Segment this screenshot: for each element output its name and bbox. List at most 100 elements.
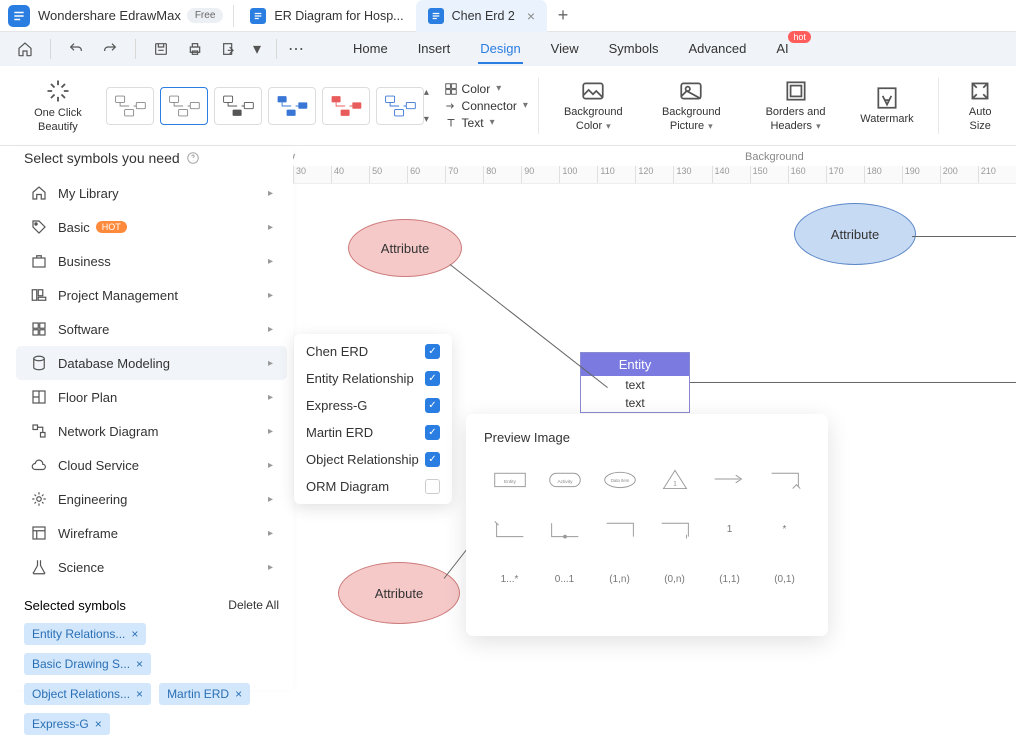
attribute-shape[interactable]: Attribute <box>794 203 916 265</box>
preview-label[interactable]: 1...* <box>484 559 535 599</box>
menu-advanced[interactable]: Advanced <box>686 35 748 64</box>
menu-view[interactable]: View <box>549 35 581 64</box>
menu-insert[interactable]: Insert <box>416 35 453 64</box>
checkbox[interactable]: ✓ <box>425 452 440 467</box>
preview-shape[interactable] <box>594 509 645 549</box>
close-icon[interactable]: × <box>136 687 143 701</box>
category-science[interactable]: Science▸ <box>16 550 287 584</box>
theme-option[interactable] <box>268 87 316 125</box>
preview-shape[interactable] <box>539 509 590 549</box>
category-software[interactable]: Software▸ <box>16 312 287 346</box>
undo-icon[interactable] <box>63 36 89 62</box>
submenu-martin-erd[interactable]: Martin ERD✓ <box>294 419 452 446</box>
auto-size-button[interactable]: Auto Size <box>954 78 1006 132</box>
background-color-button[interactable]: Background Color▾ <box>549 78 638 132</box>
app-logo-icon <box>8 5 30 27</box>
category-list: My Library▸BasicHOT▸Business▸Project Man… <box>10 176 293 584</box>
chevron-down-icon[interactable]: ▾ <box>250 36 264 62</box>
preview-shape[interactable] <box>704 459 755 499</box>
checkbox[interactable]: ✓ <box>425 398 440 413</box>
category-wireframe[interactable]: Wireframe▸ <box>16 516 287 550</box>
theme-option[interactable] <box>376 87 424 125</box>
watermark-button[interactable]: Watermark <box>852 85 921 126</box>
home-icon[interactable] <box>12 36 38 62</box>
chip[interactable]: Entity Relations...× <box>24 623 146 645</box>
submenu-chen-erd[interactable]: Chen ERD✓ <box>294 338 452 365</box>
connector[interactable] <box>912 236 1016 237</box>
redo-icon[interactable] <box>97 36 123 62</box>
close-icon[interactable]: × <box>527 8 535 24</box>
chip[interactable]: Martin ERD× <box>159 683 250 705</box>
preview-shape[interactable] <box>649 509 700 549</box>
borders-button[interactable]: Borders and Headers▾ <box>745 78 846 132</box>
preview-label[interactable]: (1,n) <box>594 559 645 599</box>
menu-home[interactable]: Home <box>351 35 390 64</box>
checkbox[interactable]: ✓ <box>425 425 440 440</box>
submenu-entity-relationship[interactable]: Entity Relationship✓ <box>294 365 452 392</box>
preview-label[interactable]: 1 <box>704 509 755 549</box>
preview-shape[interactable] <box>484 509 535 549</box>
theme-option[interactable] <box>322 87 370 125</box>
preview-label[interactable]: 0...1 <box>539 559 590 599</box>
menu-design[interactable]: Design <box>478 35 522 64</box>
export-icon[interactable] <box>216 36 242 62</box>
checkbox[interactable] <box>425 479 440 494</box>
chip[interactable]: Express-G× <box>24 713 110 735</box>
color-dropdown[interactable]: Color▾ <box>444 82 528 96</box>
theme-scroll[interactable]: ▴▾ <box>424 87 436 125</box>
submenu-orm-diagram[interactable]: ORM Diagram <box>294 473 452 500</box>
preview-label[interactable]: (0,1) <box>759 559 810 599</box>
one-click-beautify[interactable]: One Click Beautify <box>10 66 106 145</box>
more-icon[interactable]: ⋯ <box>289 36 303 62</box>
checkbox[interactable]: ✓ <box>425 344 440 359</box>
menu-ai[interactable]: AI hot <box>774 35 790 64</box>
text-dropdown[interactable]: Text▾ <box>444 116 528 130</box>
menu-symbols[interactable]: Symbols <box>607 35 661 64</box>
theme-option[interactable] <box>106 87 154 125</box>
preview-label[interactable]: (0,n) <box>649 559 700 599</box>
print-icon[interactable] <box>182 36 208 62</box>
preview-label[interactable]: * <box>759 509 810 549</box>
category-engineering[interactable]: Engineering▸ <box>16 482 287 516</box>
preview-shape[interactable]: Entity <box>484 459 535 499</box>
close-icon[interactable]: × <box>95 717 102 731</box>
entity-shape[interactable]: Entity text text <box>580 352 690 413</box>
chip[interactable]: Basic Drawing S...× <box>24 653 151 675</box>
category-floor-plan[interactable]: Floor Plan▸ <box>16 380 287 414</box>
preview-panel: Preview Image Entity Activity Data Item … <box>466 414 828 636</box>
submenu-object-relationship[interactable]: Object Relationship✓ <box>294 446 452 473</box>
category-business[interactable]: Business▸ <box>16 244 287 278</box>
background-picture-button[interactable]: Background Picture▾ <box>644 78 739 132</box>
preview-shape[interactable]: 1 <box>649 459 700 499</box>
connector[interactable] <box>450 264 608 388</box>
close-icon[interactable]: × <box>136 657 143 671</box>
attribute-shape[interactable]: Attribute <box>338 562 460 624</box>
category-basic[interactable]: BasicHOT▸ <box>16 210 287 244</box>
close-icon[interactable]: × <box>131 627 138 641</box>
connector[interactable] <box>690 382 1016 383</box>
attribute-shape[interactable]: Attribute <box>348 219 462 277</box>
save-icon[interactable] <box>148 36 174 62</box>
theme-option[interactable] <box>160 87 208 125</box>
close-icon[interactable]: × <box>235 687 242 701</box>
delete-all-button[interactable]: Delete All <box>228 598 279 613</box>
category-network-diagram[interactable]: Network Diagram▸ <box>16 414 287 448</box>
category-database-modeling[interactable]: Database Modeling▸ <box>16 346 287 380</box>
preview-label[interactable]: (1,1) <box>704 559 755 599</box>
category-cloud-service[interactable]: Cloud Service▸ <box>16 448 287 482</box>
theme-option[interactable] <box>214 87 262 125</box>
add-tab-button[interactable]: + <box>547 5 579 26</box>
checkbox[interactable]: ✓ <box>425 371 440 386</box>
category-project-management[interactable]: Project Management▸ <box>16 278 287 312</box>
submenu-express-g[interactable]: Express-G✓ <box>294 392 452 419</box>
chip[interactable]: Object Relations...× <box>24 683 151 705</box>
sep <box>233 5 234 27</box>
connector-dropdown[interactable]: Connector▾ <box>444 99 528 113</box>
preview-shape[interactable] <box>759 459 810 499</box>
preview-shape[interactable]: Activity <box>539 459 590 499</box>
doc-tab[interactable]: ER Diagram for Hosp... <box>238 0 415 32</box>
preview-shape[interactable]: Data Item <box>594 459 645 499</box>
help-icon[interactable] <box>186 151 200 165</box>
doc-tab-active[interactable]: Chen Erd 2 × <box>416 0 547 32</box>
category-my-library[interactable]: My Library▸ <box>16 176 287 210</box>
